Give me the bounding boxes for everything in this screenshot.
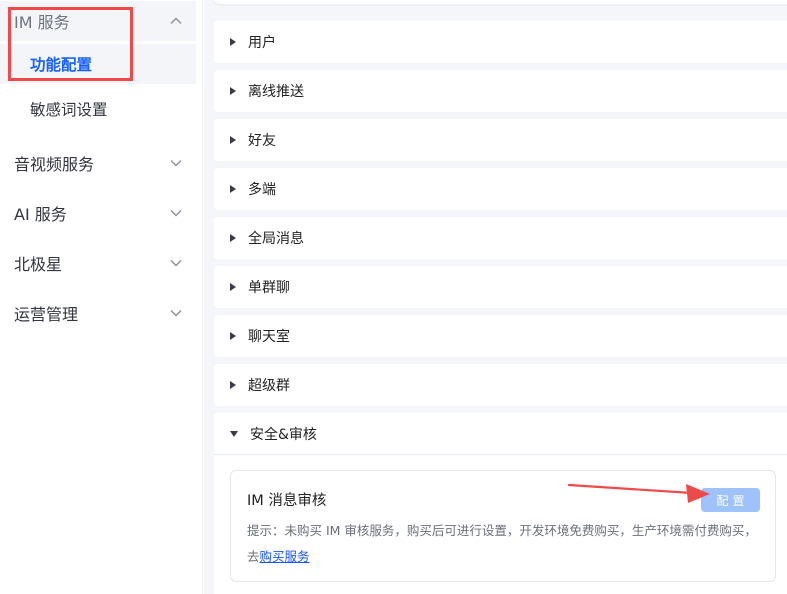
accordion-label: 单群聊 (248, 280, 290, 296)
nav-group-av-service[interactable]: 音视频服务 (0, 143, 196, 183)
accordion-label: 多端 (248, 182, 276, 198)
nav-group-polaris[interactable]: 北极星 (0, 243, 196, 283)
accordion-label: 超级群 (248, 378, 290, 394)
accordion-item-friends[interactable]: 好友 (214, 119, 787, 161)
top-card-edge (214, 0, 787, 4)
accordion-item-user[interactable]: 用户 (214, 21, 787, 63)
caret-right-icon (230, 283, 236, 291)
sidebar-item-feature-config[interactable]: 功能配置 (0, 44, 196, 84)
nav-group-label: 北极星 (14, 255, 63, 274)
nav-group-im-service[interactable]: IM 服务 (0, 1, 196, 41)
accordion-item-global-message[interactable]: 全局消息 (214, 217, 787, 259)
accordion-item-offline-push[interactable]: 离线推送 (214, 70, 787, 112)
caret-right-icon (230, 136, 236, 144)
sidebar: IM 服务 功能配置 敏感词设置 音视频服务 AI 服务 北极星 运营管理 (0, 0, 203, 594)
accordion-label: 聊天室 (248, 329, 290, 345)
accordion-label: 安全&审核 (250, 427, 317, 443)
chevron-down-icon (170, 260, 182, 267)
caret-down-icon (230, 431, 238, 437)
main-content: 用户 离线推送 好友 多端 全局消息 单群聊 聊天室 超级群 安全&审核 IM … (204, 0, 787, 594)
audit-hint-text: 提示：未购买 IM 审核服务，购买后可进行设置，开发环境免费购买，生产环境需付费… (247, 523, 757, 564)
nav-group-label: AI 服务 (14, 205, 67, 224)
nav-group-operations[interactable]: 运营管理 (0, 293, 196, 333)
caret-right-icon (230, 381, 236, 389)
caret-right-icon (230, 185, 236, 193)
caret-right-icon (230, 87, 236, 95)
audit-hint: 提示：未购买 IM 审核服务，购买后可进行设置，开发环境免费购买，生产环境需付费… (247, 518, 761, 570)
accordion-label: 好友 (248, 133, 276, 149)
accordion-item-security-audit[interactable]: 安全&审核 (214, 413, 787, 455)
nav-group-ai-service[interactable]: AI 服务 (0, 193, 196, 233)
sidebar-item-label: 敏感词设置 (30, 101, 108, 119)
chevron-up-icon (170, 17, 182, 24)
caret-right-icon (230, 234, 236, 242)
accordion-item-multi-device[interactable]: 多端 (214, 168, 787, 210)
sidebar-item-label: 功能配置 (30, 56, 93, 74)
sidebar-item-sensitive-words[interactable]: 敏感词设置 (0, 89, 196, 129)
audit-card-title: IM 消息审核 (247, 493, 327, 509)
divider (214, 454, 787, 455)
caret-right-icon (230, 38, 236, 46)
accordion-label: 离线推送 (248, 84, 304, 100)
nav-group-label: 运营管理 (14, 305, 79, 324)
chevron-down-icon (170, 310, 182, 317)
caret-right-icon (230, 332, 236, 340)
config-button[interactable]: 配置 (701, 488, 760, 512)
buy-service-link[interactable]: 购买服务 (260, 549, 310, 564)
chevron-down-icon (170, 160, 182, 167)
chevron-down-icon (170, 210, 182, 217)
nav-group-label: IM 服务 (14, 13, 70, 32)
im-message-audit-card: IM 消息审核 配置 提示：未购买 IM 审核服务，购买后可进行设置，开发环境免… (230, 470, 776, 582)
accordion-item-chatroom[interactable]: 聊天室 (214, 315, 787, 357)
accordion-item-super-group[interactable]: 超级群 (214, 364, 787, 406)
nav-group-label: 音视频服务 (14, 155, 95, 174)
accordion-label: 全局消息 (248, 231, 304, 247)
accordion-label: 用户 (248, 35, 276, 51)
accordion-item-chat[interactable]: 单群聊 (214, 266, 787, 308)
